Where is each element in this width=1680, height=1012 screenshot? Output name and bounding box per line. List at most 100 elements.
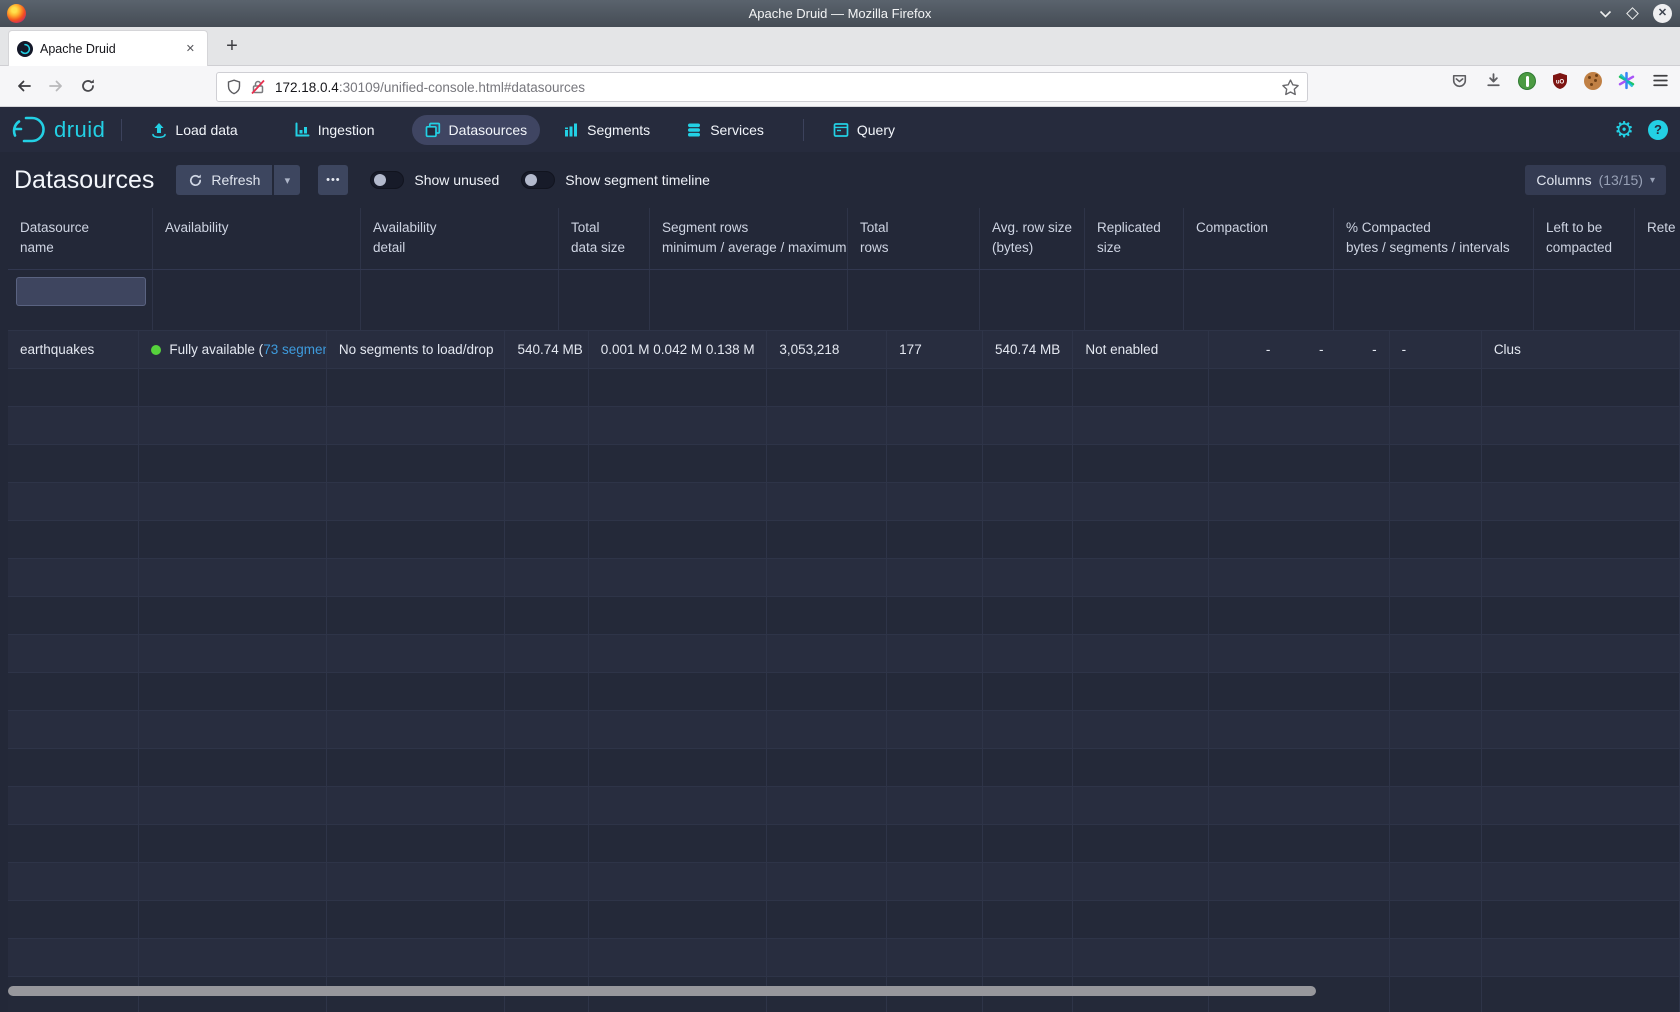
table-row-empty: [8, 483, 1680, 521]
column-header-left-to-be-compacted[interactable]: Left to becompacted: [1534, 208, 1635, 269]
column-header-datasource-name[interactable]: Datasourcename: [8, 208, 153, 269]
new-tab-button[interactable]: +: [218, 33, 246, 61]
column-header-availability-detail[interactable]: Availabilitydetail: [361, 208, 559, 269]
cell-segment-rows: 0.001 M0.042 M0.138 M: [589, 331, 768, 369]
window-minimize-button[interactable]: [1599, 10, 1612, 18]
table-row-empty: [8, 559, 1680, 597]
table-row-empty: [8, 749, 1680, 787]
druid-logo-text: druid: [54, 117, 105, 143]
column-header-pct-compacted[interactable]: % Compactedbytes / segments / intervals: [1334, 208, 1534, 269]
refresh-label: Refresh: [211, 172, 260, 188]
refresh-dropdown-button[interactable]: ▾: [274, 165, 300, 195]
table-row-empty: [8, 901, 1680, 939]
table-filter-row: [8, 270, 1680, 331]
column-header-compaction[interactable]: Compaction: [1184, 208, 1334, 269]
page-title: Datasources: [14, 166, 154, 195]
table-row-empty: [8, 635, 1680, 673]
druid-logo[interactable]: druid: [12, 115, 105, 145]
toggle-track[interactable]: [521, 171, 555, 189]
nav-item-label: Load data: [175, 122, 237, 138]
forward-button[interactable]: [40, 71, 72, 101]
cell-pct-compacted: ---: [1209, 331, 1389, 369]
toggle-knob: [525, 174, 537, 186]
segments-link[interactable]: 73 segments: [263, 342, 327, 357]
show-segment-timeline-toggle[interactable]: Show segment timeline: [521, 171, 710, 189]
column-header-retention[interactable]: Rete: [1635, 208, 1680, 269]
browser-tab[interactable]: Apache Druid ✕: [8, 30, 208, 66]
horizontal-scrollbar-thumb[interactable]: [8, 986, 1316, 996]
nav-item-query[interactable]: Query: [820, 115, 908, 145]
extension-starburst-icon[interactable]: [1617, 71, 1636, 90]
table-row-earthquakes[interactable]: earthquakes Fully available (73 segments…: [8, 331, 1680, 369]
column-header-total-rows[interactable]: Totalrows: [848, 208, 980, 269]
tab-close-icon[interactable]: ✕: [182, 40, 199, 57]
refresh-button[interactable]: Refresh: [176, 165, 272, 195]
table-row-empty: [8, 369, 1680, 407]
downloads-icon[interactable]: [1484, 71, 1503, 90]
cookie-extension-icon[interactable]: [1584, 72, 1602, 90]
window-close-button[interactable]: ✕: [1653, 4, 1672, 23]
nav-item-label: Query: [857, 122, 895, 138]
help-icon[interactable]: ?: [1648, 120, 1668, 140]
cell-total-data-size: 540.74 MB: [505, 331, 588, 369]
menu-hamburger-icon[interactable]: [1651, 71, 1670, 90]
tab-title: Apache Druid: [40, 42, 182, 56]
nav-item-segments[interactable]: Segments: [550, 115, 663, 145]
url-host: 172.18.0.4: [275, 80, 339, 95]
toggle-label: Show segment timeline: [565, 172, 710, 188]
cell-availability: Fully available (73 segments): [139, 331, 326, 369]
ingestion-icon: [294, 122, 310, 138]
window-titlebar: Apache Druid — Mozilla Firefox ✕: [0, 0, 1680, 27]
bookmark-star-icon[interactable]: [1281, 78, 1300, 97]
nav-divider: [803, 119, 804, 141]
druid-navbar: druid Load data Ingestion Datasources Se…: [0, 107, 1680, 152]
column-header-segment-rows[interactable]: Segment rowsminimum / average / maximum: [650, 208, 848, 269]
window-maximize-button[interactable]: [1626, 7, 1639, 20]
tracking-shield-icon[interactable]: [225, 78, 243, 96]
more-actions-button[interactable]: •••: [318, 165, 348, 195]
ublock-origin-icon[interactable]: uO: [1551, 72, 1569, 90]
reload-button[interactable]: [72, 71, 104, 101]
cell-availability-detail: No segments to load/drop: [327, 331, 506, 369]
extension-green-icon[interactable]: [1518, 72, 1536, 90]
url-bar[interactable]: 172.18.0.4 :30109/unified-console.html#d…: [216, 72, 1308, 102]
browser-toolbar: 172.18.0.4 :30109/unified-console.html#d…: [0, 66, 1680, 107]
show-unused-toggle[interactable]: Show unused: [370, 171, 499, 189]
tab-bar: Apache Druid ✕ +: [0, 27, 1680, 66]
column-header-availability[interactable]: Availability: [153, 208, 361, 269]
cell-datasource-name[interactable]: earthquakes: [8, 331, 139, 369]
cell-total-rows: 3,053,218: [767, 331, 887, 369]
column-header-replicated-size[interactable]: Replicatedsize: [1085, 208, 1184, 269]
table-row-empty: [8, 711, 1680, 749]
load-data-icon: [151, 122, 167, 138]
pocket-icon[interactable]: [1450, 71, 1469, 90]
nav-item-datasources[interactable]: Datasources: [412, 115, 541, 145]
nav-item-services[interactable]: Services: [673, 115, 777, 145]
cell-compaction: Not enabled: [1073, 331, 1209, 369]
settings-gear-icon[interactable]: ⚙: [1614, 119, 1634, 141]
datasources-icon: [425, 122, 441, 138]
datasource-filter-input[interactable]: [16, 277, 146, 306]
nav-divider: [121, 119, 122, 141]
table-row-empty: [8, 407, 1680, 445]
cell-retention[interactable]: Clus: [1482, 331, 1680, 369]
columns-button[interactable]: Columns (13/15) ▾: [1525, 165, 1666, 195]
back-button[interactable]: [8, 71, 40, 101]
insecure-lock-icon[interactable]: [249, 78, 267, 96]
refresh-icon: [188, 173, 203, 188]
available-status-dot: [151, 345, 161, 355]
cell-avg-row-size: 177: [887, 331, 983, 369]
segments-icon: [563, 122, 579, 138]
toggle-label: Show unused: [414, 172, 499, 188]
column-header-avg-row-size[interactable]: Avg. row size(bytes): [980, 208, 1085, 269]
url-path: :30109/unified-console.html#datasources: [339, 80, 585, 95]
cell-replicated-size: 540.74 MB: [983, 331, 1073, 369]
nav-item-ingestion[interactable]: Ingestion: [281, 115, 388, 145]
toggle-track[interactable]: [370, 171, 404, 189]
window-title: Apache Druid — Mozilla Firefox: [0, 6, 1680, 21]
nav-item-load-data[interactable]: Load data: [138, 115, 250, 145]
nav-item-label: Ingestion: [318, 122, 375, 138]
column-header-total-data-size[interactable]: Totaldata size: [559, 208, 650, 269]
table-row-empty: [8, 673, 1680, 711]
table-row-empty: [8, 939, 1680, 977]
